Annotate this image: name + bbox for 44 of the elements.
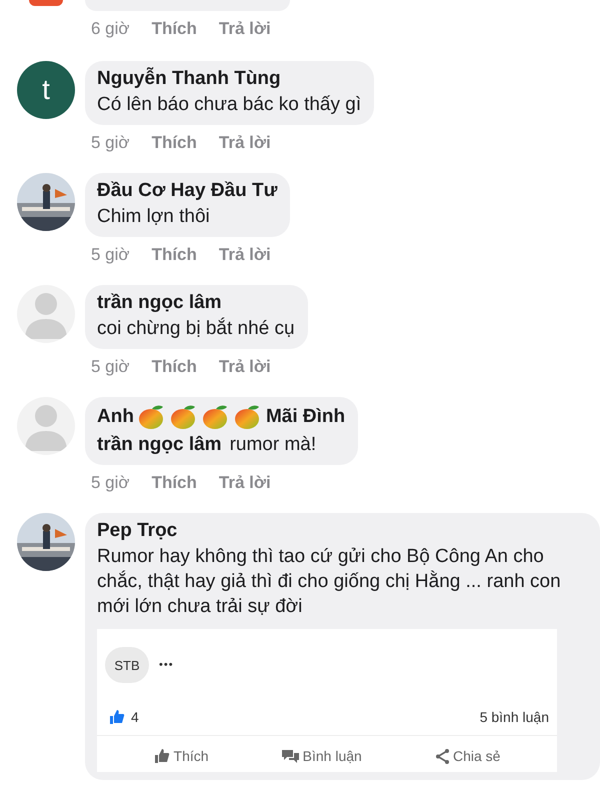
reply-link[interactable]: Trả lời — [218, 473, 271, 493]
reply-link[interactable]: Trả lời — [218, 245, 271, 265]
commenter-name[interactable]: Mãi Đình — [266, 406, 346, 428]
commenter-name[interactable]: Anh — [97, 406, 134, 428]
comment-time: 5 giờ — [91, 473, 130, 493]
more-button[interactable]: ••• — [159, 659, 174, 671]
like-link[interactable]: Thích — [152, 473, 197, 493]
reply-link[interactable]: Trả lời — [218, 357, 271, 377]
comment-text: Có lên báo chưa bác ko thấy gì — [97, 93, 362, 117]
comment-text: trần ngọc lâm rumor mà! — [97, 433, 318, 457]
comment-text: coi chừng bị bắt nhé cụ — [97, 316, 295, 341]
comment-time: 6 giờ — [91, 19, 130, 39]
commenter-name[interactable]: Nguyễn Thanh Tùng — [97, 68, 281, 90]
share-button[interactable]: Chia sẻ — [434, 748, 500, 764]
reply-link[interactable]: Trả lời — [218, 19, 271, 39]
like-link[interactable]: Thích — [152, 133, 197, 153]
thumbs-up-icon — [109, 709, 125, 725]
avatar[interactable]: t — [17, 61, 75, 119]
like-link[interactable]: Thích — [152, 357, 197, 377]
mango-icon — [170, 404, 198, 430]
reply-link[interactable]: Trả lời — [218, 133, 271, 153]
like-link[interactable]: Thích — [152, 245, 197, 265]
commenter-name[interactable]: trần ngọc lâm — [97, 292, 222, 314]
comment-count[interactable]: 5 bình luận — [480, 709, 549, 725]
source-badge[interactable]: STB — [105, 647, 149, 683]
commenter-name[interactable]: Pep Trọc — [97, 520, 178, 542]
comment-text: Rumor hay không thì tao cứ gửi cho Bộ Công An cho chắc, thật hay giả thì đi cho giống chị Hằng ... ranh con mới lớn chưa trải sự đời — [97, 545, 562, 619]
comment-time: 5 giờ — [91, 133, 130, 153]
comment-time: 5 giờ — [91, 245, 130, 265]
like-count: 4 — [131, 709, 139, 725]
avatar-letter: t — [42, 74, 50, 106]
commenter-name[interactable]: Đầu Cơ Hay Đầu Tư — [97, 180, 278, 202]
thumbs-up-icon — [154, 748, 170, 764]
share-icon — [434, 748, 449, 764]
mango-icon — [234, 404, 262, 430]
comment-text: Chim lợn thôi — [97, 205, 211, 229]
shared-post-card[interactable]: STB ••• 4 5 bình luận Thích Bình luận Chia sẻ — [97, 629, 557, 772]
comment-time: 5 giờ — [91, 357, 130, 377]
comment-button[interactable]: Bình luận — [282, 748, 362, 764]
chat-bubbles-icon — [282, 748, 299, 764]
mango-icon — [202, 404, 230, 430]
like-button[interactable]: Thích — [154, 748, 209, 764]
like-link[interactable]: Thích — [152, 19, 197, 39]
mango-icon — [138, 404, 166, 430]
